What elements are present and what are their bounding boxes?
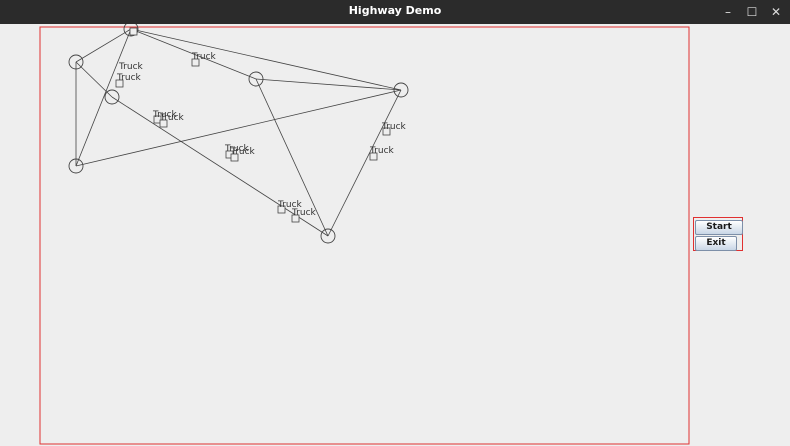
title-bar: Highway Demo – ☐ ✕ [0, 0, 790, 24]
truck-label: Truck [118, 62, 144, 72]
highway-canvas: Truck Truck Truck Truck Truck Truck Truc… [39, 24, 690, 445]
maximize-icon[interactable]: ☐ [742, 2, 762, 22]
truck-label: Truck [369, 146, 395, 156]
window-content: Truck Truck Truck Truck Truck Truck Truc… [0, 24, 790, 446]
road-edges [75, 28, 402, 237]
start-button[interactable]: Start [695, 220, 743, 235]
truck-label: Truck [230, 147, 256, 157]
minimize-icon[interactable]: – [718, 2, 738, 22]
truck-label: Truck [159, 113, 185, 123]
road-edge [255, 78, 402, 91]
road-edge [75, 28, 132, 63]
exit-button[interactable]: Exit [695, 236, 737, 251]
truck-label: Truck [191, 52, 217, 62]
truck-label: Truck [116, 73, 142, 83]
truck-label: Truck [381, 122, 407, 132]
close-icon[interactable]: ✕ [766, 2, 786, 22]
truck-label: Truck [291, 208, 317, 218]
road-edge [75, 28, 132, 167]
road-edge [327, 89, 402, 237]
drawing-area-border [39, 26, 690, 445]
button-panel: Start Exit [693, 217, 743, 251]
window-title: Highway Demo [348, 4, 442, 17]
road-edge [75, 61, 113, 98]
truck-marker [129, 27, 138, 36]
road-edge [130, 28, 402, 91]
